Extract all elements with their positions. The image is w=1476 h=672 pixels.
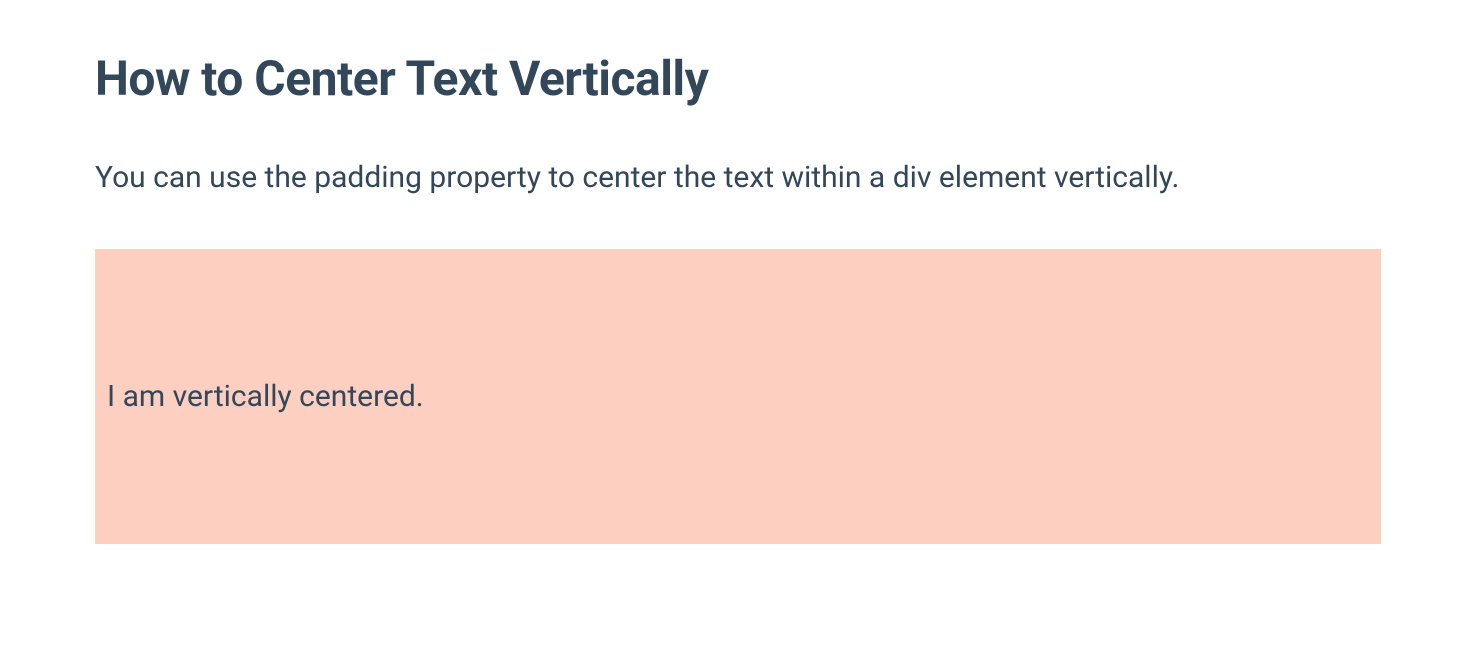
demo-text: I am vertically centered. [107,379,424,414]
description-text: You can use the padding property to cent… [95,157,1295,199]
page-title: How to Center Text Vertically [95,50,1381,107]
demo-container: I am vertically centered. [95,249,1381,544]
